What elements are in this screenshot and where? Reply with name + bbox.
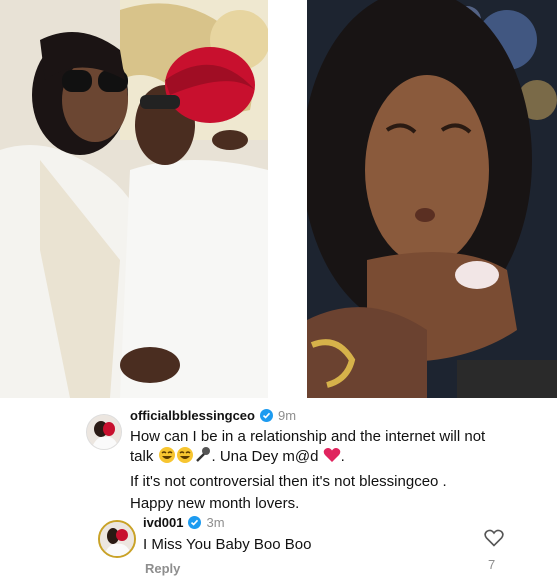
comment-text: I Miss You Baby Boo Boo xyxy=(143,536,312,553)
avatar-image xyxy=(100,522,134,556)
red-heart-emoji-icon xyxy=(323,446,341,469)
heart-outline-icon[interactable] xyxy=(484,529,504,552)
laughing-emoji-icon xyxy=(158,446,176,469)
comment-line-with-emoji: talk . Una Dey m@d . xyxy=(130,446,490,469)
avatar[interactable] xyxy=(98,520,136,558)
couple-photo xyxy=(0,0,268,398)
comment-line-text: talk xyxy=(130,448,154,465)
avatar[interactable] xyxy=(86,414,122,450)
comment-username[interactable]: officialbblessingceo xyxy=(130,408,255,423)
comment-time: 9m xyxy=(277,408,297,423)
verified-badge-icon xyxy=(259,409,273,422)
comment-line-text: . Una Dey m@d xyxy=(211,448,319,465)
comment-text: How can I be in a relationship and the i… xyxy=(130,427,490,513)
post-photos xyxy=(0,0,557,398)
verified-badge-icon xyxy=(188,516,202,529)
comment-line: How can I be in a relationship and the i… xyxy=(130,428,486,445)
comment-line: Happy new month lovers. xyxy=(130,495,300,512)
comment-line: If it's not controversial then it's not … xyxy=(130,473,447,490)
reply-button[interactable]: Reply xyxy=(145,561,180,576)
avatar-image xyxy=(87,415,121,449)
woman-photo xyxy=(307,0,557,398)
like-count: 7 xyxy=(488,557,496,572)
woman-photo-image xyxy=(307,0,557,398)
comment-time: 3m xyxy=(206,515,225,530)
laughing-emoji-icon xyxy=(176,446,194,469)
microphone-emoji-icon xyxy=(194,446,212,469)
couple-photo-image xyxy=(0,0,268,398)
comment-meta: officialbblessingceo 9m xyxy=(130,408,296,423)
comment-username[interactable]: ivd001 xyxy=(143,515,183,530)
comment-meta: ivd001 3m xyxy=(143,515,225,530)
